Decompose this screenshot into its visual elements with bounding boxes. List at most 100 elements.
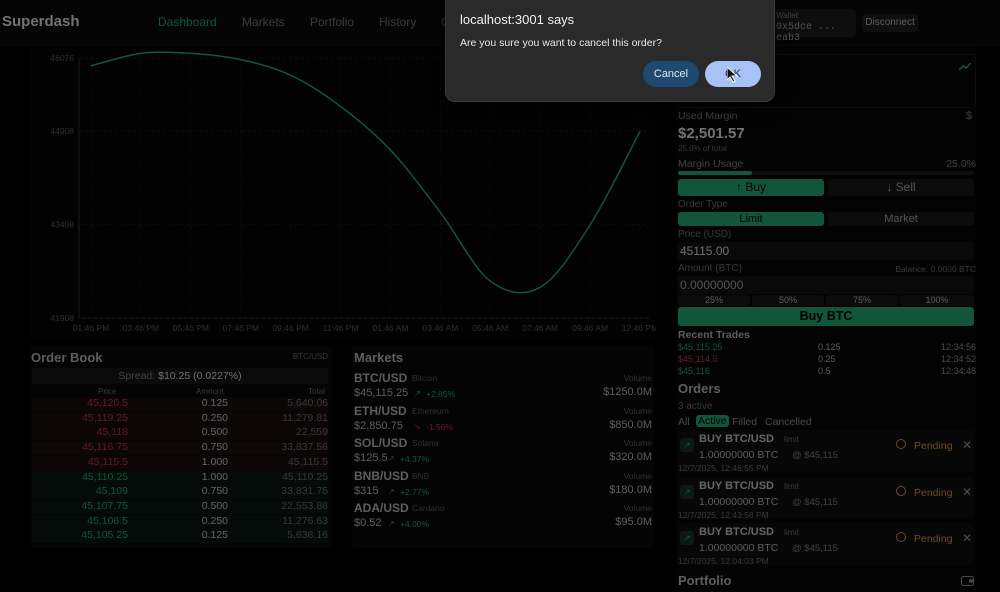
- orders-count: 3 active: [678, 401, 713, 412]
- clock-icon: [896, 485, 906, 496]
- market-change: +2.85%: [426, 389, 456, 399]
- pct-of-total: 25.0% of total: [678, 144, 727, 153]
- trade-amount: 0.25: [818, 354, 836, 364]
- x-tick-label: 09:46 PM: [272, 323, 308, 333]
- dialog-cancel-button[interactable]: Cancel: [643, 61, 699, 87]
- pct-50-button[interactable]: 50%: [752, 295, 824, 306]
- nav-history[interactable]: History: [379, 15, 416, 29]
- nav-portfolio[interactable]: Portfolio: [310, 15, 354, 29]
- tab-all[interactable]: All: [678, 416, 690, 428]
- market-volume: $95.0M: [615, 516, 652, 528]
- ob-amount: 0.750: [201, 485, 228, 498]
- market-price: $315: [354, 484, 379, 497]
- ob-amount: 0.500: [201, 499, 228, 512]
- markets-panel: Markets BTC/USD Bitcoin $45,115.25 ↗ +2.85% V…: [352, 346, 654, 548]
- trade-time: 12:34:48: [940, 366, 976, 376]
- ob-total: 45,115.5: [287, 455, 328, 468]
- brand-logo[interactable]: Superdash: [2, 13, 80, 30]
- ob-total: 5,640.06: [287, 397, 328, 409]
- confirm-dialog: localhost:3001 says Are you sure you wan…: [445, 0, 775, 102]
- price-label: Price (USD): [678, 229, 732, 240]
- wallet-address: 0x5dce ... eab3: [776, 22, 837, 44]
- market-toggle[interactable]: Market: [828, 212, 974, 226]
- market-symbol: ETH/USD: [354, 403, 407, 418]
- ask-row[interactable]: [32, 455, 328, 470]
- tab-cancelled[interactable]: Cancelled: [765, 416, 812, 428]
- trend-down-icon: ↘: [414, 421, 421, 431]
- x-tick-label: 03:46 AM: [422, 323, 458, 333]
- nav-markets[interactable]: Markets: [242, 15, 285, 29]
- market-item[interactable]: SOL/USD Solana $125.5 ↗ +4.37% Volume $320.0M: [352, 435, 654, 465]
- tab-active[interactable]: Active: [696, 415, 729, 427]
- market-price: $0.52: [354, 517, 382, 529]
- price-input[interactable]: 45115.00: [678, 242, 974, 260]
- ask-row[interactable]: [32, 397, 328, 411]
- order-time: 12/7/2025, 12:04:03 PM: [678, 556, 769, 566]
- nav-dashboard[interactable]: Dashboard: [158, 15, 217, 29]
- buy-tab[interactable]: ↑ Buy: [678, 179, 824, 196]
- ob-amount: 0.125: [201, 397, 228, 409]
- ob-total: 45,110.25: [282, 470, 328, 483]
- trend-up-icon: ↗: [388, 519, 395, 528]
- cancel-order-button[interactable]: ✕: [962, 531, 972, 545]
- order-card: ↗ BUY BTC/USD limit 1.00000000 BTC @ $45,115…: [678, 523, 974, 566]
- market-item[interactable]: BNB/USD BNB $315 ↗ +2.77% Volume $180.0M: [352, 468, 654, 498]
- cancel-order-button[interactable]: ✕: [962, 485, 972, 499]
- ob-amount: 0.125: [201, 529, 228, 542]
- volume-label: Volume: [623, 373, 652, 383]
- market-symbol: BTC/USD: [354, 371, 408, 385]
- recent-trades-title: Recent Trades: [678, 329, 750, 341]
- ask-row[interactable]: [32, 426, 328, 441]
- order-price: @ $45,115: [792, 496, 838, 508]
- pct-100-button[interactable]: 100%: [900, 295, 974, 306]
- wallet-icon: [961, 576, 974, 586]
- market-item[interactable]: BTC/USD Bitcoin $45,115.25 ↗ +2.85% Volume $12…: [352, 370, 654, 400]
- tab-filled[interactable]: Filled: [732, 416, 757, 428]
- market-item[interactable]: ADA/USD Cardano $0.52 ↗ +4.00% Volume $95.0M: [352, 500, 654, 530]
- market-change: +4.37%: [400, 454, 430, 464]
- x-tick-label: 05:46 PM: [173, 323, 209, 333]
- order-title: BUY BTC/USD: [699, 526, 774, 538]
- market-item[interactable]: ETH/USD Ethereum $2,850.75 ↘ -1.56% Volume $85…: [352, 403, 654, 433]
- ob-amount: 0.750: [201, 441, 228, 454]
- ob-total: 33,837.56: [281, 441, 328, 454]
- market-price: $2,850.75: [354, 419, 403, 432]
- used-margin-value: $2,501.57: [678, 125, 745, 142]
- volume-label: Volume: [623, 470, 652, 481]
- ob-price: 45,115.5: [87, 455, 128, 468]
- pct-75-button[interactable]: 75%: [826, 295, 898, 306]
- amount-input[interactable]: 0.00000000: [678, 276, 974, 294]
- y-tick-label: 44908: [50, 126, 74, 136]
- market-volume: $850.0M: [609, 418, 652, 431]
- market-symbol: BNB/USD: [354, 468, 409, 483]
- buy-btc-button[interactable]: Buy BTC: [678, 307, 974, 326]
- margin-usage-bar: [678, 171, 974, 175]
- y-tick-label: 43408: [50, 219, 74, 229]
- bid-row[interactable]: [32, 529, 328, 544]
- ob-total: 33,831.75: [281, 485, 328, 498]
- order-qty: 1.00000000 BTC: [699, 542, 779, 554]
- limit-toggle[interactable]: Limit: [678, 212, 824, 226]
- dollar-icon: $: [965, 110, 972, 122]
- market-symbol: SOL/USD: [354, 436, 408, 450]
- order-status: Pending: [914, 440, 953, 452]
- ob-total: 22,559: [295, 426, 328, 439]
- market-price: $125.5: [354, 452, 388, 464]
- market-price: $45,115.25: [354, 387, 409, 399]
- order-title: BUY BTC/USD: [699, 433, 774, 445]
- x-tick-label: 01:46 AM: [372, 323, 408, 333]
- ob-price: 45,118: [96, 426, 128, 439]
- spread-bar: Spread: $10.25 (0.0227%): [32, 368, 328, 384]
- trend-up-icon: [959, 63, 971, 71]
- disconnect-button[interactable]: Disconnect: [862, 14, 918, 32]
- trade-time: 12:34:56: [940, 342, 976, 352]
- order-time: 12/7/2025, 12:43:58 PM: [678, 509, 769, 520]
- trade-time: 12:34:52: [940, 354, 976, 364]
- order-card: ↗ BUY BTC/USD limit 1.00000000 BTC @ $45,115…: [678, 430, 974, 473]
- sell-tab[interactable]: ↓ Sell: [828, 179, 974, 196]
- pct-25-button[interactable]: 25%: [678, 295, 750, 306]
- col-price: Price: [98, 387, 117, 396]
- cancel-order-button[interactable]: ✕: [962, 438, 972, 452]
- order-book-title: Order Book: [31, 350, 103, 365]
- trade-price: $45,115.25: [678, 342, 723, 352]
